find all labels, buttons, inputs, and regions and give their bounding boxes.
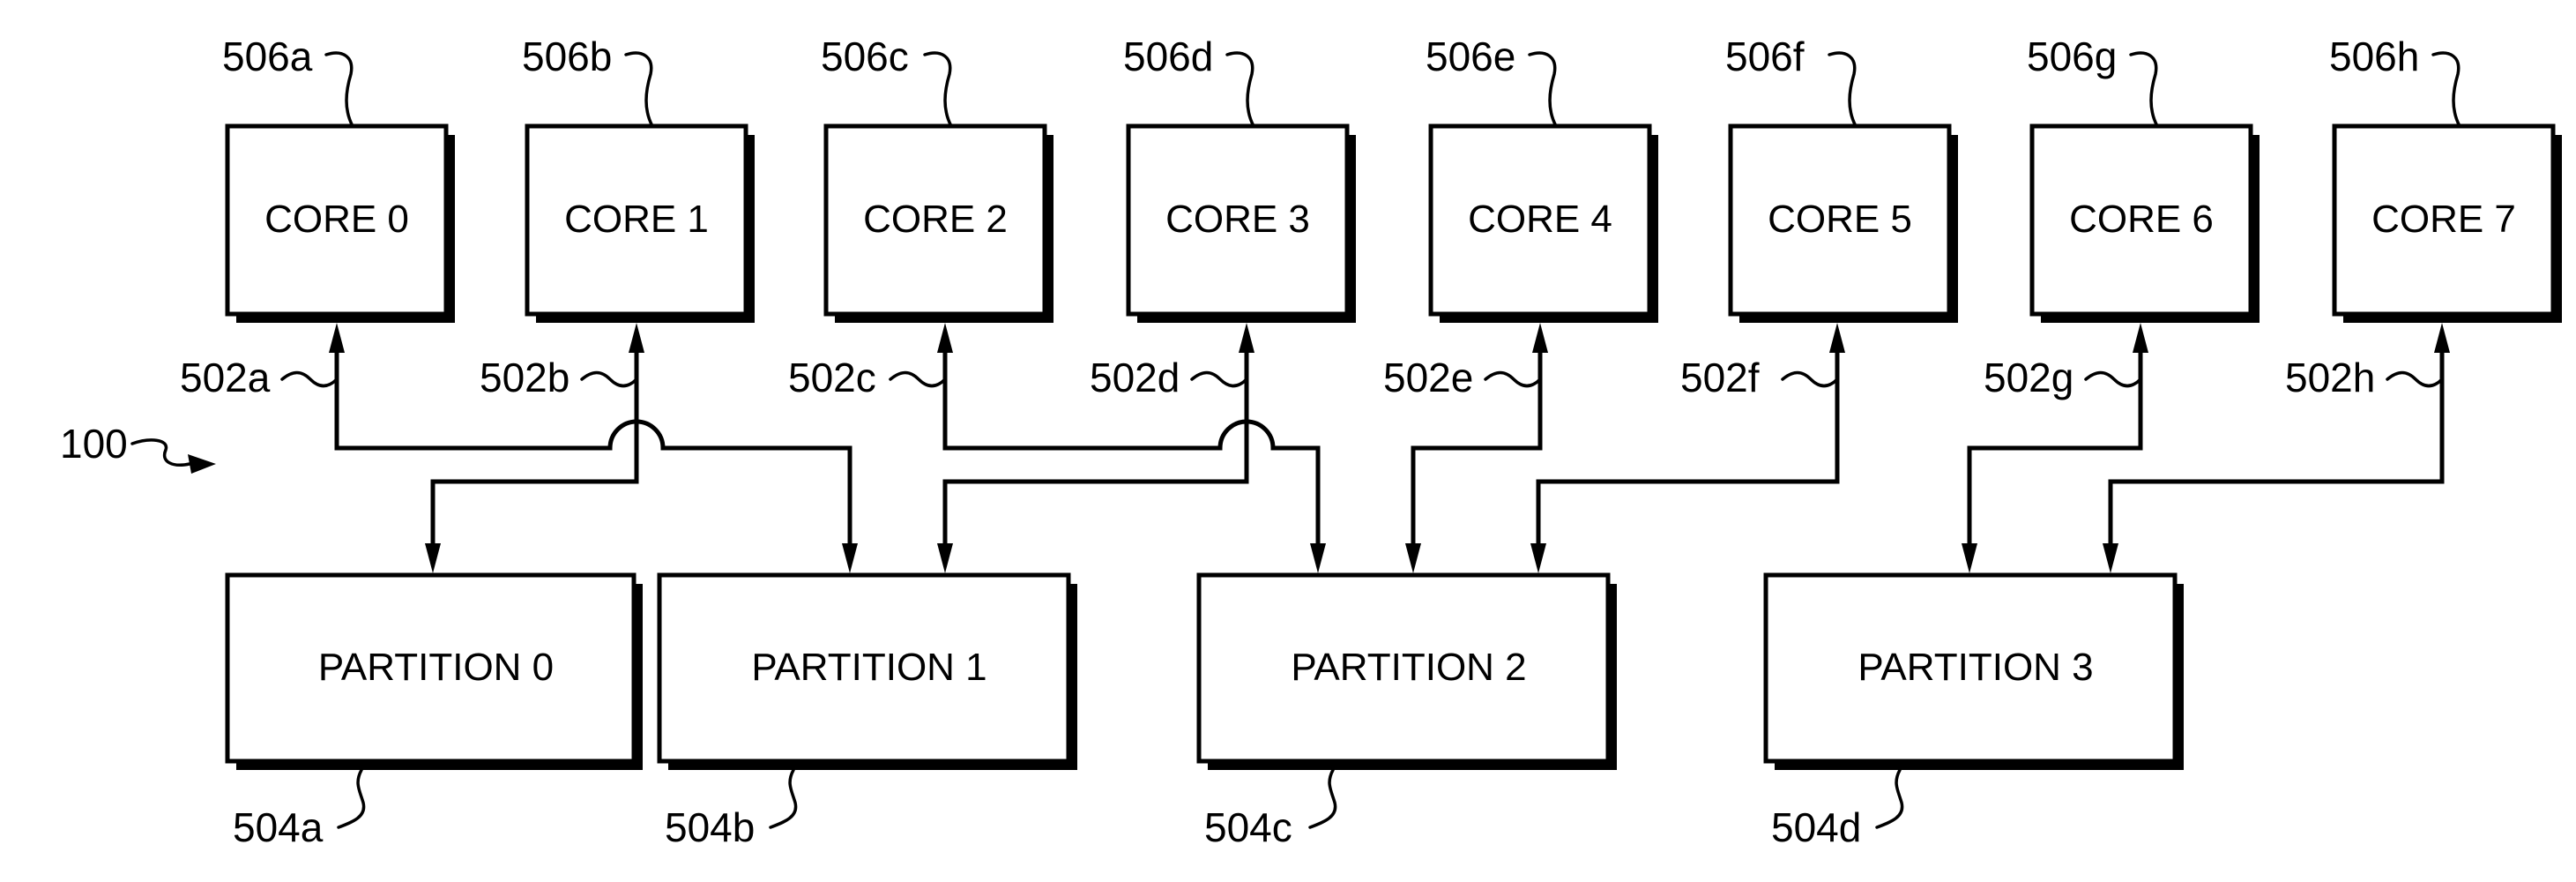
core-block: CORE 3 506d 502d [1090,34,1356,400]
core-reference-leader [1225,51,1255,128]
partition-reference-label: 504a [233,804,324,850]
arrow-up-icon [629,323,644,353]
core-label: CORE 3 [1165,198,1310,241]
partition-label: PARTITION 1 [751,646,986,689]
partition-reference-leader [1308,768,1337,829]
partition-row: PARTITION 0504aPARTITION 1504bPARTITION … [225,572,2184,850]
link-reference-label: 502g [1984,355,2073,400]
link-reference-tilde [889,370,947,388]
core-reference-leader [2431,51,2461,128]
core-label: CORE 2 [863,198,1008,241]
partition-reference-label: 504c [1204,804,1292,850]
core-reference-label: 506h [2329,34,2419,79]
core-label: CORE 6 [2069,198,2214,241]
core-reference-leader [1828,51,1858,128]
core-label: CORE 1 [564,198,709,241]
core-reference-label: 506c [821,34,909,79]
core-block: CORE 6 506g 502g [1984,34,2260,400]
partition-reference-leader [769,768,798,829]
arrow-down-icon [1310,543,1326,573]
core-block: CORE 1 506b 502b [480,34,755,400]
partition-reference-leader [1875,768,1904,829]
arrow-up-icon [937,323,953,353]
core-reference-label: 506e [1426,34,1515,79]
core-label: CORE 0 [264,198,409,241]
link-reference-label: 502a [180,355,271,400]
link-reference-label: 502b [480,355,570,400]
link-reference-label: 502f [1680,355,1760,400]
core-block: CORE 7 506h 502h [2285,34,2562,400]
arrow-up-icon [1532,323,1548,353]
partition-label: PARTITION 0 [318,646,554,689]
link-reference-tilde [1484,370,1542,388]
arrow-down-icon [1530,543,1546,573]
arrow-up-icon [1829,323,1845,353]
core-reference-label: 506g [2027,34,2117,79]
link-reference-tilde [2084,370,2142,388]
core-block: CORE 2 506c 502c [788,34,1053,400]
arrow-up-icon [329,323,345,353]
partition-block: PARTITION 0 504a [225,572,643,850]
arrow-down-icon [1962,543,1977,573]
link-reference-label: 502c [788,355,876,400]
core-reference-label: 506a [222,34,313,79]
link-reference-tilde [280,370,339,388]
arrow-down-icon [2103,543,2118,573]
figure-reference-squiggle [130,438,191,467]
link-reference-label: 502d [1090,355,1180,400]
core-block: CORE 5 506f 502f [1680,34,1958,400]
link-reference-tilde [580,370,638,388]
connection-wire [334,349,852,549]
core-reference-leader [1528,51,1558,128]
link-reference-label: 502h [2285,355,2375,400]
core-label: CORE 4 [1468,198,1612,241]
core-reference-leader [624,51,654,128]
core-label: CORE 5 [1768,198,1912,241]
connection-wire [2108,349,2445,549]
core-reference-leader [2129,51,2159,128]
partition-block: PARTITION 3 504d [1763,572,2184,850]
core-reference-label: 506b [522,34,612,79]
arrow-down-icon [425,543,441,573]
link-reference-label: 502e [1383,355,1473,400]
partition-label: PARTITION 3 [1858,646,2093,689]
link-reference-tilde [1781,370,1839,388]
arrow-down-icon [842,543,858,573]
core-reference-label: 506f [1725,34,1805,79]
figure-reference-arrow-icon [188,454,216,474]
partition-reference-leader [337,768,366,829]
partition-reference-label: 504d [1771,804,1861,850]
core-reference-label: 506d [1123,34,1213,79]
core-block: CORE 0 506a 502a [180,34,455,400]
core-partition-diagram: CORE 0 506a 502a CORE 1 506b 502b CORE 2 506c 50… [60,34,2562,850]
arrow-down-icon [1405,543,1421,573]
core-reference-leader [324,51,354,128]
partition-reference-label: 504b [665,804,755,850]
core-row: CORE 0 506a 502a CORE 1 506b 502b CORE 2 506c 50… [180,34,2562,400]
arrow-up-icon [2133,323,2148,353]
figure-reference: 100 [60,421,216,474]
partition-block: PARTITION 1 504b [657,572,1077,850]
core-label: CORE 7 [2371,198,2516,241]
link-reference-tilde [1190,370,1248,388]
link-reference-tilde [2386,370,2444,388]
core-reference-leader [923,51,953,128]
arrow-up-icon [2434,323,2450,353]
figure-reference-label: 100 [60,421,128,467]
partition-block: PARTITION 2 504c [1196,572,1617,850]
core-block: CORE 4 506e 502e [1383,34,1658,400]
partition-label: PARTITION 2 [1291,646,1526,689]
arrow-down-icon [937,543,953,573]
arrow-up-icon [1239,323,1254,353]
